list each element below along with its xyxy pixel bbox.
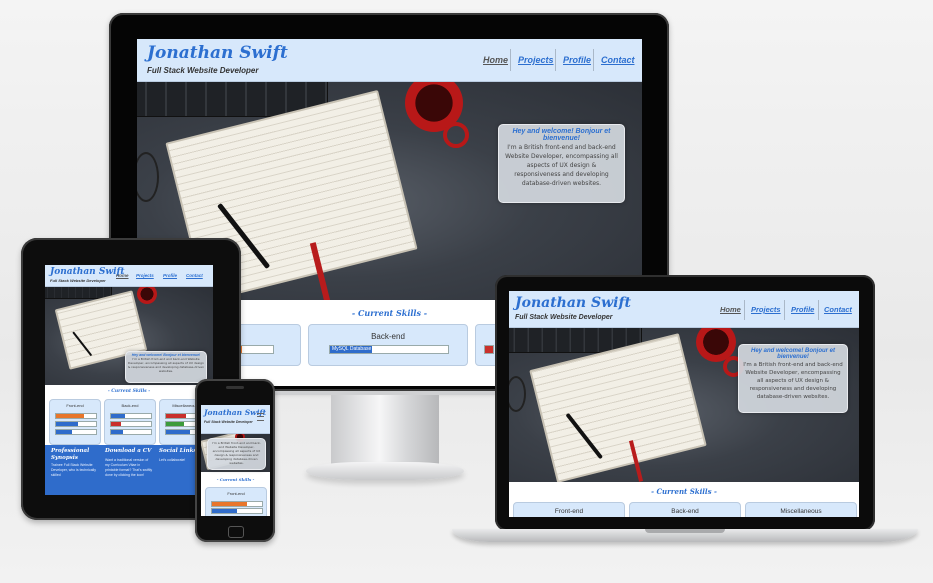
cv-title: Download a CV xyxy=(105,448,152,454)
skills-title: - Current Skills - xyxy=(216,477,255,482)
skill-card-title: Back-end xyxy=(671,508,699,515)
tablet-screen: Jonathan Swift Full Stack Website Develo… xyxy=(45,265,213,495)
welcome-box: Hey and welcome! Bonjour et bienvenue! I… xyxy=(738,344,848,413)
skill-card-title: Back-end xyxy=(121,403,139,408)
site-header: Jonathan Swift Full Stack Website Develo… xyxy=(509,291,859,328)
nav-contact[interactable]: Contact xyxy=(601,55,635,65)
synopsis-body: Trainee Full Stack Website Developer, wh… xyxy=(51,463,96,477)
notebook-image xyxy=(529,333,707,482)
phone-speaker xyxy=(226,386,244,389)
welcome-body: I'm a British front-end and back-end Web… xyxy=(212,441,261,465)
welcome-box: I'm a British front-end and back-end Web… xyxy=(207,438,266,470)
nav-profile[interactable]: Profile xyxy=(163,273,177,278)
nav-projects[interactable]: Projects xyxy=(518,55,554,65)
welcome-title: Hey and welcome! Bonjour et bienvenue! xyxy=(750,348,835,360)
skills-title: - Current Skills - xyxy=(651,487,717,496)
site-brand[interactable]: Jonathan Swift xyxy=(147,43,288,63)
skill-card-title: Front-end xyxy=(66,403,84,408)
nav-profile[interactable]: Profile xyxy=(563,55,591,65)
welcome-body: I'm a British front-end and back-end Web… xyxy=(743,362,843,400)
skills-title: - Current Skills - xyxy=(107,389,151,394)
site-tagline: Full Stack Website Developer xyxy=(147,66,259,75)
welcome-body: I'm a British front-end and back-end Web… xyxy=(128,357,204,373)
skill-bar-label: MySQL Database xyxy=(332,346,372,352)
skill-card-title: Front-end xyxy=(554,508,584,515)
welcome-title: Hey and welcome! Bonjour et bienvenue! xyxy=(512,128,611,142)
keyboard-image xyxy=(45,287,111,298)
nav-contact[interactable]: Contact xyxy=(824,305,852,314)
glasses-image xyxy=(137,152,159,202)
skill-card-frontend: Front-end xyxy=(513,502,625,517)
skill-card-backend: Back-end xyxy=(104,399,156,445)
laptop-screen: Jonathan Swift Full Stack Website Develo… xyxy=(509,291,859,517)
phone-home-button[interactable] xyxy=(228,526,244,538)
skill-card-frontend: Front-end xyxy=(49,399,101,445)
nav-home[interactable]: Home xyxy=(483,55,508,65)
site-header: Jonathan Swift Full Stack Website Develo… xyxy=(45,265,213,287)
skill-card-title: Front-end xyxy=(227,491,245,496)
skill-card-frontend: Front-end xyxy=(205,487,267,516)
mug-image xyxy=(137,287,157,304)
welcome-body: I'm a British front-end and back-end Web… xyxy=(505,144,618,187)
glasses-image xyxy=(509,376,526,412)
hamburger-menu-icon[interactable] xyxy=(257,413,264,421)
skill-card-title: Back-end xyxy=(371,332,405,341)
nav-contact[interactable]: Contact xyxy=(186,273,203,278)
site-tagline: Full Stack Website Developer xyxy=(50,278,106,283)
phone-screen: Jonathan Swift Full Stack Website Develo… xyxy=(201,405,270,516)
nav-home[interactable]: Home xyxy=(116,273,129,278)
site-header: Jonathan Swift Full Stack Website Develo… xyxy=(201,405,270,434)
monitor-stand xyxy=(331,395,439,467)
site-header: Jonathan Swift Full Stack Website Develo… xyxy=(137,39,642,82)
synopsis-title: Professional Synopsis xyxy=(51,448,90,461)
monitor-stand-base xyxy=(306,462,464,480)
skill-card-misc: Miscellaneous xyxy=(745,502,857,517)
nav-profile[interactable]: Profile xyxy=(791,305,814,314)
site-tagline: Full Stack Website Developer xyxy=(204,420,253,424)
skill-card-backend: Back-end MySQL Database xyxy=(308,324,468,366)
info-section: Professional Synopsis Trainee Full Stack… xyxy=(45,445,213,495)
cv-body: Want a traditional version of my Curricu… xyxy=(105,458,153,477)
site-brand[interactable]: Jonathan Swift xyxy=(515,295,631,311)
site-brand[interactable]: Jonathan Swift xyxy=(50,267,125,277)
welcome-box: Hey and welcome! Bonjour et bienvenue! I… xyxy=(498,124,625,203)
skill-card-backend: Back-end xyxy=(629,502,741,517)
welcome-box: Hey and welcome! Bonjour et bienvenue! I… xyxy=(125,351,207,383)
skill-card-title: Miscellaneous xyxy=(780,508,822,515)
nav-projects[interactable]: Projects xyxy=(136,273,154,278)
nav-projects[interactable]: Projects xyxy=(751,305,781,314)
nav-home[interactable]: Home xyxy=(720,305,741,314)
site-tagline: Full Stack Website Developer xyxy=(515,314,613,321)
